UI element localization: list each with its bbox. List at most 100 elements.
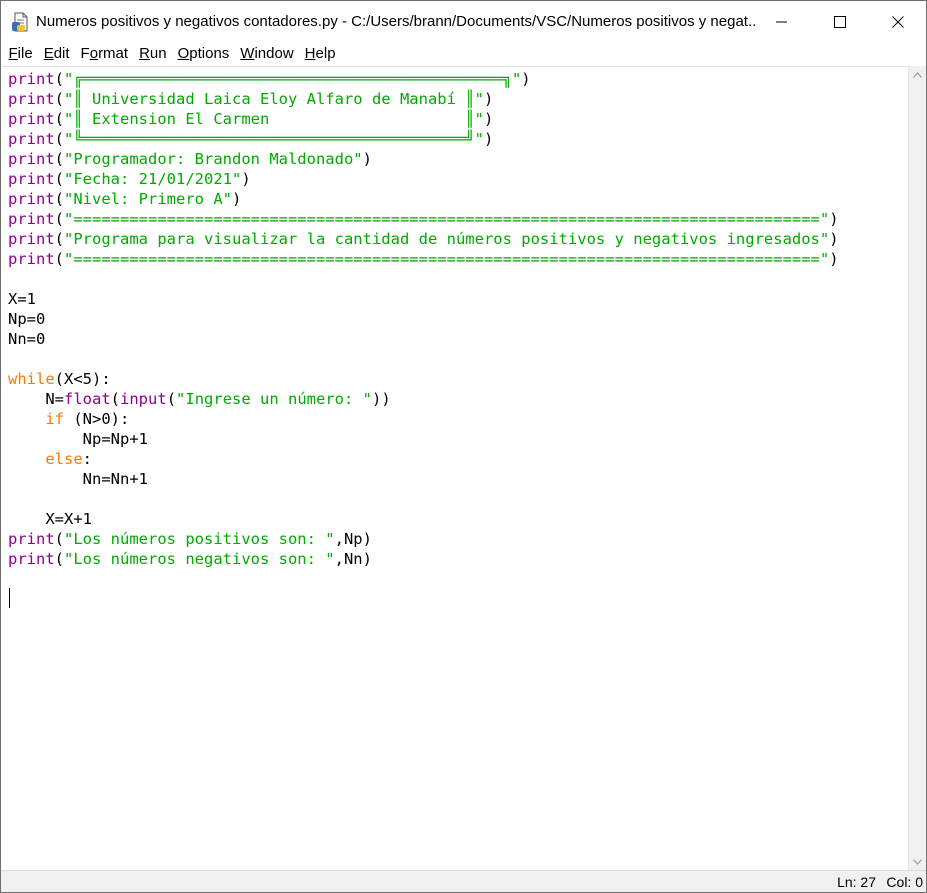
code-line[interactable]: Nn=0 (8, 329, 839, 349)
string-token: "╚══════════════════════════════════════… (64, 130, 484, 148)
string-token: "Fecha: 21/01/2021" (64, 170, 242, 188)
code-token: ( (54, 210, 65, 228)
code-line[interactable]: while(X<5): (8, 369, 839, 389)
string-token: "Programador: Brandon Maldonado" (64, 150, 363, 168)
code-token: ( (54, 550, 65, 568)
menu-help[interactable]: Help (299, 42, 341, 66)
keyword-token: else (45, 450, 83, 468)
python-file-icon (11, 12, 31, 32)
code-line[interactable]: print("Los números positivos son: ",Np) (8, 529, 839, 549)
code-line[interactable]: print("Fecha: 21/01/2021") (8, 169, 839, 189)
builtin-token: print (8, 230, 55, 248)
code-token: : (82, 450, 92, 468)
code-token: ) (829, 250, 839, 268)
code-token: Nn=Nn+1 (8, 470, 148, 488)
code-line[interactable] (8, 349, 839, 369)
string-token: "Ingrese un número: " (176, 390, 372, 408)
scroll-down-arrow-icon[interactable] (909, 853, 926, 870)
code-line[interactable]: if (N>0): (8, 409, 839, 429)
code-token: ( (166, 390, 177, 408)
code-text[interactable]: print("╔════════════════════════════════… (8, 69, 839, 609)
code-token: Np=Np+1 (8, 430, 148, 448)
close-button[interactable] (869, 1, 927, 42)
code-line[interactable]: Nn=Nn+1 (8, 469, 839, 489)
menu-file[interactable]: File (3, 42, 38, 66)
menu-format[interactable]: Format (75, 42, 134, 66)
maximize-icon (834, 15, 846, 28)
code-line[interactable]: print("Nivel: Primero A") (8, 189, 839, 209)
code-token: X=X+1 (8, 510, 92, 528)
code-token: ( (54, 90, 65, 108)
vertical-scrollbar[interactable] (908, 66, 926, 870)
code-line[interactable]: X=1 (8, 289, 839, 309)
code-token: ( (110, 390, 121, 408)
code-token: X=1 (8, 290, 36, 308)
code-line[interactable]: print("╚════════════════════════════════… (8, 129, 839, 149)
code-line[interactable]: Np=Np+1 (8, 429, 839, 449)
status-column-number: Col: 0 (886, 874, 923, 890)
window-title: Numeros positivos y negativos contadores… (36, 13, 756, 30)
code-line[interactable]: X=X+1 (8, 509, 839, 529)
keyword-token: if (45, 410, 64, 428)
string-token: "Programa para visualizar la cantidad de… (64, 230, 830, 248)
code-line[interactable]: else: (8, 449, 839, 469)
builtin-token: float (64, 390, 111, 408)
code-line[interactable]: N=float(input("Ingrese un número: ")) (8, 389, 839, 409)
text-cursor (9, 588, 10, 608)
builtin-token: print (8, 130, 55, 148)
idle-editor-window: Numeros positivos y negativos contadores… (0, 0, 927, 893)
code-line[interactable]: print("╔════════════════════════════════… (8, 69, 839, 89)
code-token: ) (829, 230, 839, 248)
menu-bar: File Edit Format Run Options Window Help (1, 42, 926, 66)
title-bar[interactable]: Numeros positivos y negativos contadores… (1, 1, 926, 42)
code-line[interactable] (8, 569, 839, 589)
code-token: ) (232, 190, 242, 208)
string-token: "=======================================… (64, 210, 830, 228)
menu-edit[interactable]: Edit (38, 42, 75, 66)
maximize-button[interactable] (811, 1, 869, 42)
minimize-button[interactable] (753, 1, 811, 42)
code-token: ( (54, 150, 65, 168)
keyword-token: while (8, 370, 55, 388)
code-token: N= (8, 390, 64, 408)
code-token: ( (54, 170, 65, 188)
code-line[interactable] (8, 589, 839, 609)
code-line[interactable] (8, 489, 839, 509)
code-token: (X<5): (54, 370, 111, 388)
menu-run[interactable]: Run (134, 42, 173, 66)
code-token: (N>0): (64, 410, 130, 428)
menu-window[interactable]: Window (235, 42, 299, 66)
code-editor[interactable]: print("╔════════════════════════════════… (2, 66, 908, 870)
menu-options[interactable]: Options (172, 42, 235, 66)
code-token: ,Np) (334, 530, 372, 548)
code-token: ) (521, 70, 531, 88)
string-token: "Los números positivos son: " (64, 530, 335, 548)
status-line-number: Ln: 27 (837, 874, 876, 890)
code-line[interactable] (8, 269, 839, 289)
code-token: ,Nn) (334, 550, 372, 568)
code-line[interactable]: Np=0 (8, 309, 839, 329)
code-line[interactable]: print("Los números negativos son: ",Nn) (8, 549, 839, 569)
builtin-token: print (8, 530, 55, 548)
code-token: ( (54, 530, 65, 548)
code-line[interactable]: print("║ Universidad Laica Eloy Alfaro d… (8, 89, 839, 109)
code-token: Nn=0 (8, 330, 46, 348)
code-line[interactable]: print("║ Extension El Carmen ║") (8, 109, 839, 129)
code-token: ) (483, 130, 494, 148)
builtin-token: print (8, 110, 55, 128)
close-icon (892, 15, 904, 28)
code-line[interactable]: print("=================================… (8, 249, 839, 269)
builtin-token: input (120, 390, 167, 408)
code-line[interactable]: print("Programador: Brandon Maldonado") (8, 149, 839, 169)
scroll-up-arrow-icon[interactable] (909, 66, 926, 83)
code-token: ) (829, 210, 839, 228)
code-line[interactable]: print("=================================… (8, 209, 839, 229)
builtin-token: print (8, 150, 55, 168)
code-line[interactable]: print("Programa para visualizar la canti… (8, 229, 839, 249)
code-token: ) (241, 170, 251, 188)
builtin-token: print (8, 210, 55, 228)
code-token: ( (54, 110, 65, 128)
string-token: "║ Extension El Carmen ║" (64, 110, 484, 128)
code-token: Np=0 (8, 310, 46, 328)
